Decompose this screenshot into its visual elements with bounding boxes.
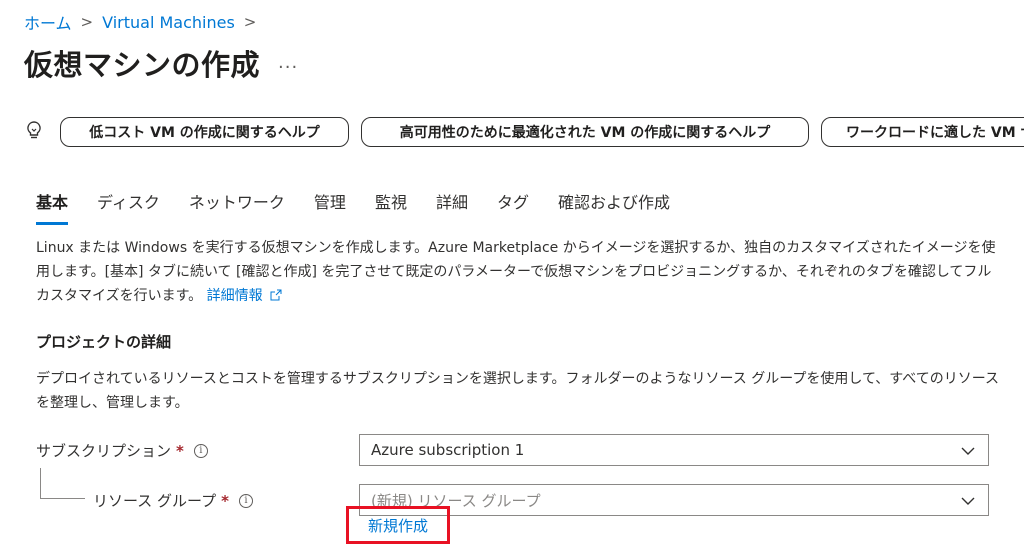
info-icon[interactable]: i	[238, 493, 253, 508]
tab-networking[interactable]: ネットワーク	[189, 189, 285, 219]
external-link-icon	[270, 289, 282, 301]
more-options-button[interactable]: ...	[278, 52, 298, 73]
breadcrumb-separator: >	[80, 13, 94, 31]
resource-group-label: リソース グループ * i	[93, 490, 253, 511]
required-marker: *	[176, 441, 184, 460]
help-workload-vm-button[interactable]: ワークロードに適した VM サ	[821, 117, 1024, 147]
lightbulb-icon	[27, 121, 41, 139]
tree-connector	[40, 498, 85, 499]
tab-monitoring[interactable]: 監視	[375, 189, 407, 219]
chevron-down-icon	[961, 447, 975, 455]
breadcrumb: ホーム > Virtual Machines >	[24, 10, 265, 34]
page-title: 仮想マシンの作成	[24, 48, 261, 82]
tab-disks[interactable]: ディスク	[97, 189, 160, 219]
tab-advanced[interactable]: 詳細	[436, 189, 468, 219]
intro-text: Linux または Windows を実行する仮想マシンを作成します。Azure…	[36, 240, 996, 304]
chevron-down-icon	[961, 497, 975, 505]
tab-management[interactable]: 管理	[314, 189, 346, 219]
project-details-heading: プロジェクトの詳細	[36, 333, 172, 351]
create-new-highlight: 新規作成	[346, 506, 450, 544]
intro-description: Linux または Windows を実行する仮想マシンを作成します。Azure…	[36, 236, 1001, 308]
help-high-availability-vm-button[interactable]: 高可用性のために最適化された VM の作成に関するヘルプ	[361, 117, 809, 147]
create-new-link[interactable]: 新規作成	[368, 515, 428, 536]
tab-basics[interactable]: 基本	[36, 189, 69, 225]
learn-more-link[interactable]: 詳細情報	[207, 288, 282, 304]
tree-connector	[40, 468, 41, 499]
resource-group-select[interactable]: (新規) リソース グループ	[359, 484, 989, 516]
breadcrumb-separator: >	[243, 13, 257, 31]
subscription-label: サブスクリプション * i	[36, 440, 208, 461]
subscription-select[interactable]: Azure subscription 1	[359, 434, 989, 466]
help-low-cost-vm-button[interactable]: 低コスト VM の作成に関するヘルプ	[60, 117, 349, 147]
required-marker: *	[221, 491, 229, 510]
tab-review-create[interactable]: 確認および作成	[558, 189, 670, 219]
tab-tags[interactable]: タグ	[497, 189, 529, 219]
project-details-description: デプロイされているリソースとコストを管理するサブスクリプションを選択します。フォ…	[36, 371, 1000, 411]
breadcrumb-home-link[interactable]: ホーム	[24, 10, 72, 34]
breadcrumb-vm-link[interactable]: Virtual Machines	[102, 13, 235, 32]
tab-bar: 基本 ディスク ネットワーク 管理 監視 詳細 タグ 確認および作成	[36, 189, 699, 225]
info-icon[interactable]: i	[193, 443, 208, 458]
